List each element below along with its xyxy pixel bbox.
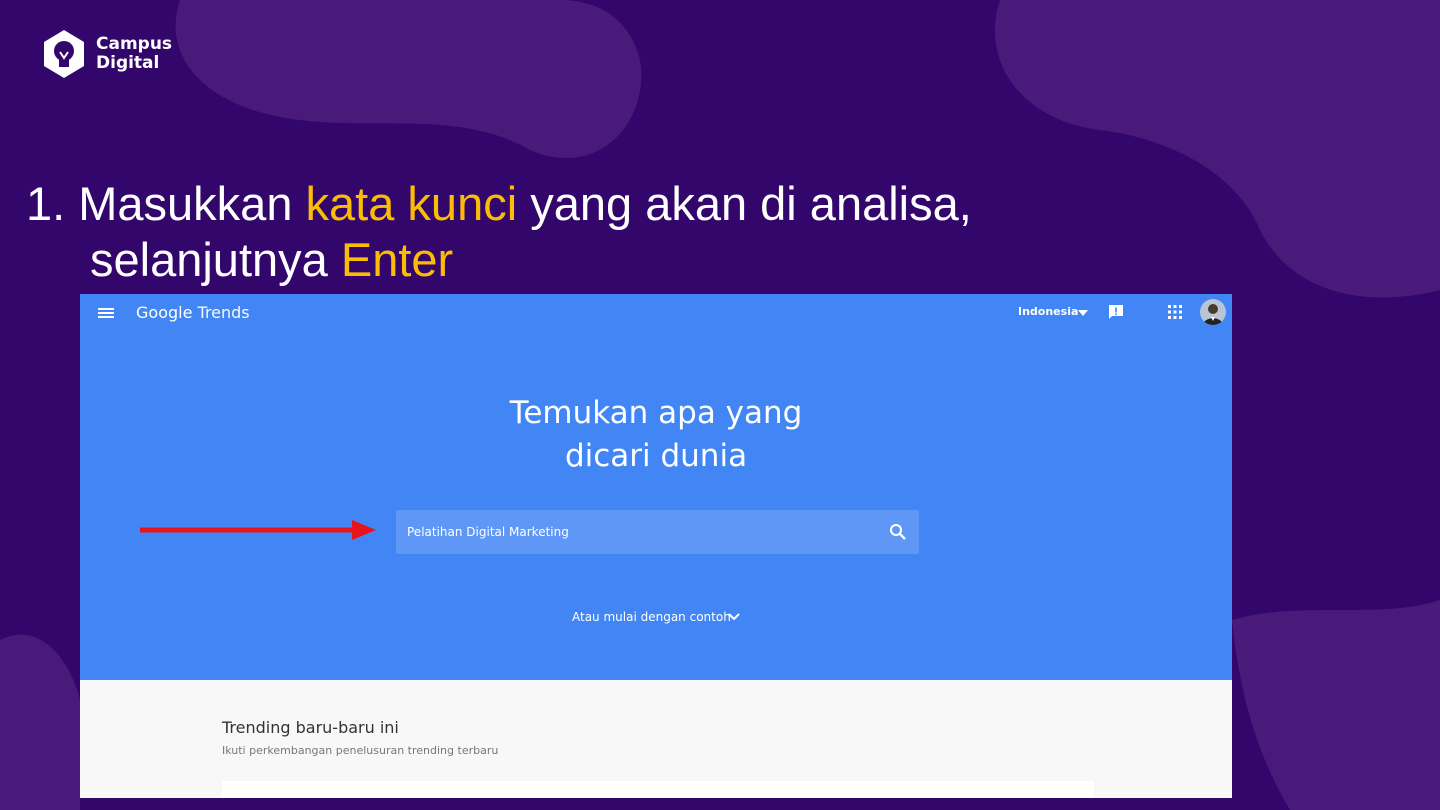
heading-keyword-highlight: kata kunci bbox=[305, 177, 518, 230]
chevron-down-icon[interactable] bbox=[728, 612, 740, 622]
brand-google: Google bbox=[136, 303, 193, 322]
trends-hero: Google Trends Indonesia Temukan apa yang… bbox=[80, 294, 1232, 680]
google-trends-brand[interactable]: Google Trends bbox=[136, 303, 250, 322]
trending-subtitle: Ikuti perkembangan penelusuran trending … bbox=[222, 744, 499, 757]
logo-text-line1: Campus bbox=[96, 34, 173, 54]
search-input-value: Pelatihan Digital Marketing bbox=[407, 525, 569, 539]
brand-trends: Trends bbox=[197, 303, 250, 322]
examples-link[interactable]: Atau mulai dengan contoh bbox=[572, 610, 731, 624]
avatar[interactable] bbox=[1200, 299, 1226, 325]
hero-title-line1: Temukan apa yang bbox=[509, 395, 803, 431]
search-icon[interactable] bbox=[889, 523, 907, 541]
lightbulb-hexagon-icon bbox=[44, 30, 84, 78]
chevron-down-icon[interactable] bbox=[1078, 310, 1088, 316]
google-trends-screenshot: Google Trends Indonesia Temukan apa yang… bbox=[80, 294, 1232, 798]
hero-title: Temukan apa yang dicari dunia bbox=[406, 392, 906, 478]
campus-digital-logo: Campus Digital bbox=[40, 28, 196, 80]
search-input[interactable]: Pelatihan Digital Marketing bbox=[396, 510, 919, 554]
heading-line2-prefix: selanjutnya bbox=[90, 233, 341, 286]
instruction-heading: 1. Masukkan kata kunci yang akan di anal… bbox=[26, 176, 972, 288]
red-arrow-pointer bbox=[140, 520, 376, 540]
menu-icon[interactable] bbox=[96, 303, 116, 323]
hero-title-line2: dicari dunia bbox=[564, 438, 748, 474]
country-selector[interactable]: Indonesia bbox=[1018, 305, 1078, 318]
apps-icon[interactable] bbox=[1168, 305, 1182, 319]
heading-prefix: 1. Masukkan bbox=[26, 177, 306, 230]
trending-title: Trending baru-baru ini bbox=[222, 718, 399, 737]
heading-suffix: yang akan di analisa, bbox=[517, 177, 972, 230]
logo-text-line2: Digital bbox=[96, 53, 160, 73]
trending-card bbox=[222, 781, 1094, 798]
feedback-icon[interactable] bbox=[1107, 303, 1125, 321]
heading-enter-highlight: Enter bbox=[340, 233, 454, 286]
